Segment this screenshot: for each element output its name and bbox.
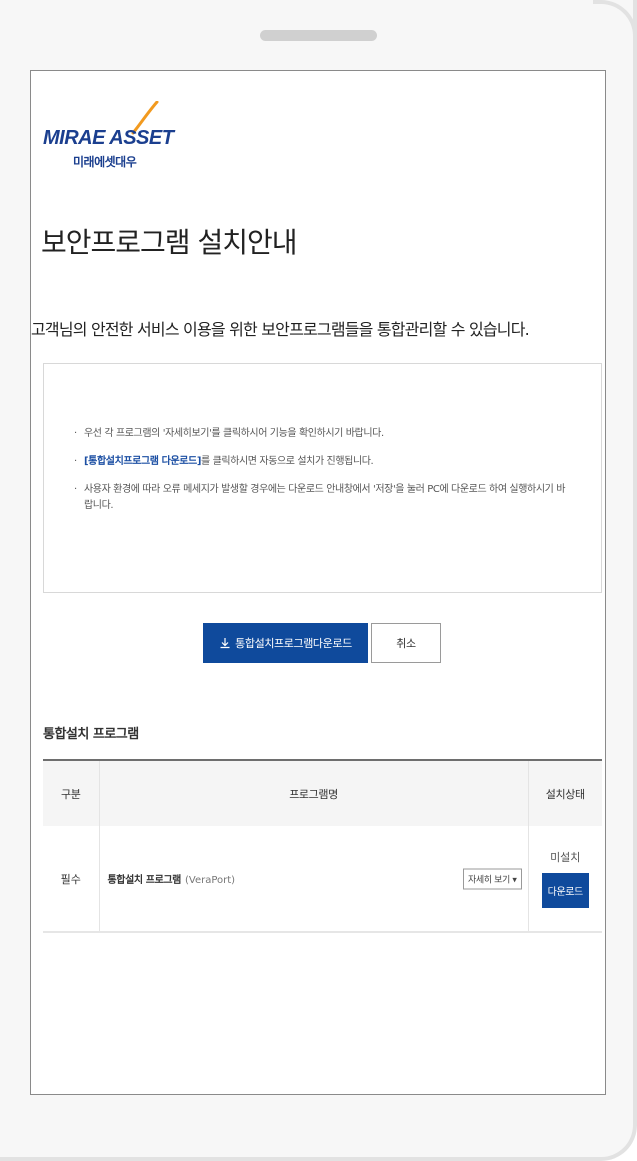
header-program-name: 프로그램명 [99, 760, 529, 826]
logo-brand-subtext: 미래에셋대우 [73, 155, 137, 169]
cell-program: 통합설치 프로그램 (VeraPort) 자세히 보기 ▾ [99, 826, 529, 933]
download-button-label: 통합설치프로그램다운로드 [235, 637, 352, 650]
phone-frame: MIRAE ASSET 미래에셋대우 보안프로그램 설치안내 고객님의 안전한 … [0, 0, 637, 1161]
logo-brand-text: MIRAE ASSET [43, 127, 174, 149]
program-table: 구분 프로그램명 설치상태 필수 통합설치 프로그램 (VeraPort) 자세히… [43, 759, 602, 933]
cell-status: 미설치 다운로드 [528, 826, 602, 933]
cancel-button-label: 취소 [396, 637, 416, 650]
program-vendor: (VeraPort) [184, 875, 236, 886]
table-header-row: 구분 프로그램명 설치상태 [43, 760, 602, 826]
detail-view-button[interactable]: 자세히 보기 ▾ [463, 868, 522, 889]
mirae-asset-logo[interactable]: MIRAE ASSET 미래에셋대우 [43, 101, 174, 181]
cancel-button[interactable]: 취소 [371, 623, 441, 663]
page-title: 보안프로그램 설치안내 [41, 226, 298, 259]
browser-screen: MIRAE ASSET 미래에셋대우 보안프로그램 설치안내 고객님의 안전한 … [30, 70, 606, 1095]
download-icon [220, 638, 230, 649]
header-type: 구분 [43, 760, 100, 826]
section-title: 통합설치 프로그램 [43, 727, 139, 742]
phone-speaker [260, 30, 377, 41]
notice-download-link[interactable]: [통합설치프로그램 다운로드] [84, 456, 201, 467]
notice-text: 를 클릭하시면 자동으로 설치가 진행됩니다. [201, 456, 374, 467]
notice-text: 사용자 환경에 따라 오류 메세지가 발생할 경우에는 다운로드 안내창에서 '… [84, 484, 565, 511]
notice-box: 우선 각 프로그램의 '자세히보기'를 클릭하시어 기능을 확인하시기 바랍니다… [43, 363, 602, 593]
cell-type: 필수 [43, 826, 100, 933]
program-name: 통합설치 프로그램 [107, 875, 182, 886]
notice-list: 우선 각 프로그램의 '자세히보기'를 클릭하시어 기능을 확인하시기 바랍니다… [72, 426, 572, 526]
page-subtitle: 고객님의 안전한 서비스 이용을 위한 보안프로그램들을 통합관리할 수 있습니… [31, 320, 530, 339]
notice-item: [통합설치프로그램 다운로드]를 클릭하시면 자동으로 설치가 진행됩니다. [72, 454, 572, 470]
notice-item: 사용자 환경에 따라 오류 메세지가 발생할 경우에는 다운로드 안내창에서 '… [72, 482, 572, 514]
integrated-download-button[interactable]: 통합설치프로그램다운로드 [203, 623, 368, 663]
notice-item: 우선 각 프로그램의 '자세히보기'를 클릭하시어 기능을 확인하시기 바랍니다… [72, 426, 572, 442]
table-row: 필수 통합설치 프로그램 (VeraPort) 자세히 보기 ▾ 미설치 다운로드 [43, 826, 602, 933]
install-status-text: 미설치 [550, 851, 581, 864]
header-install-status: 설치상태 [545, 787, 585, 801]
program-download-button[interactable]: 다운로드 [541, 873, 589, 908]
notice-text: 우선 각 프로그램의 '자세히보기'를 클릭하시어 기능을 확인하시기 바랍니다… [84, 428, 384, 439]
